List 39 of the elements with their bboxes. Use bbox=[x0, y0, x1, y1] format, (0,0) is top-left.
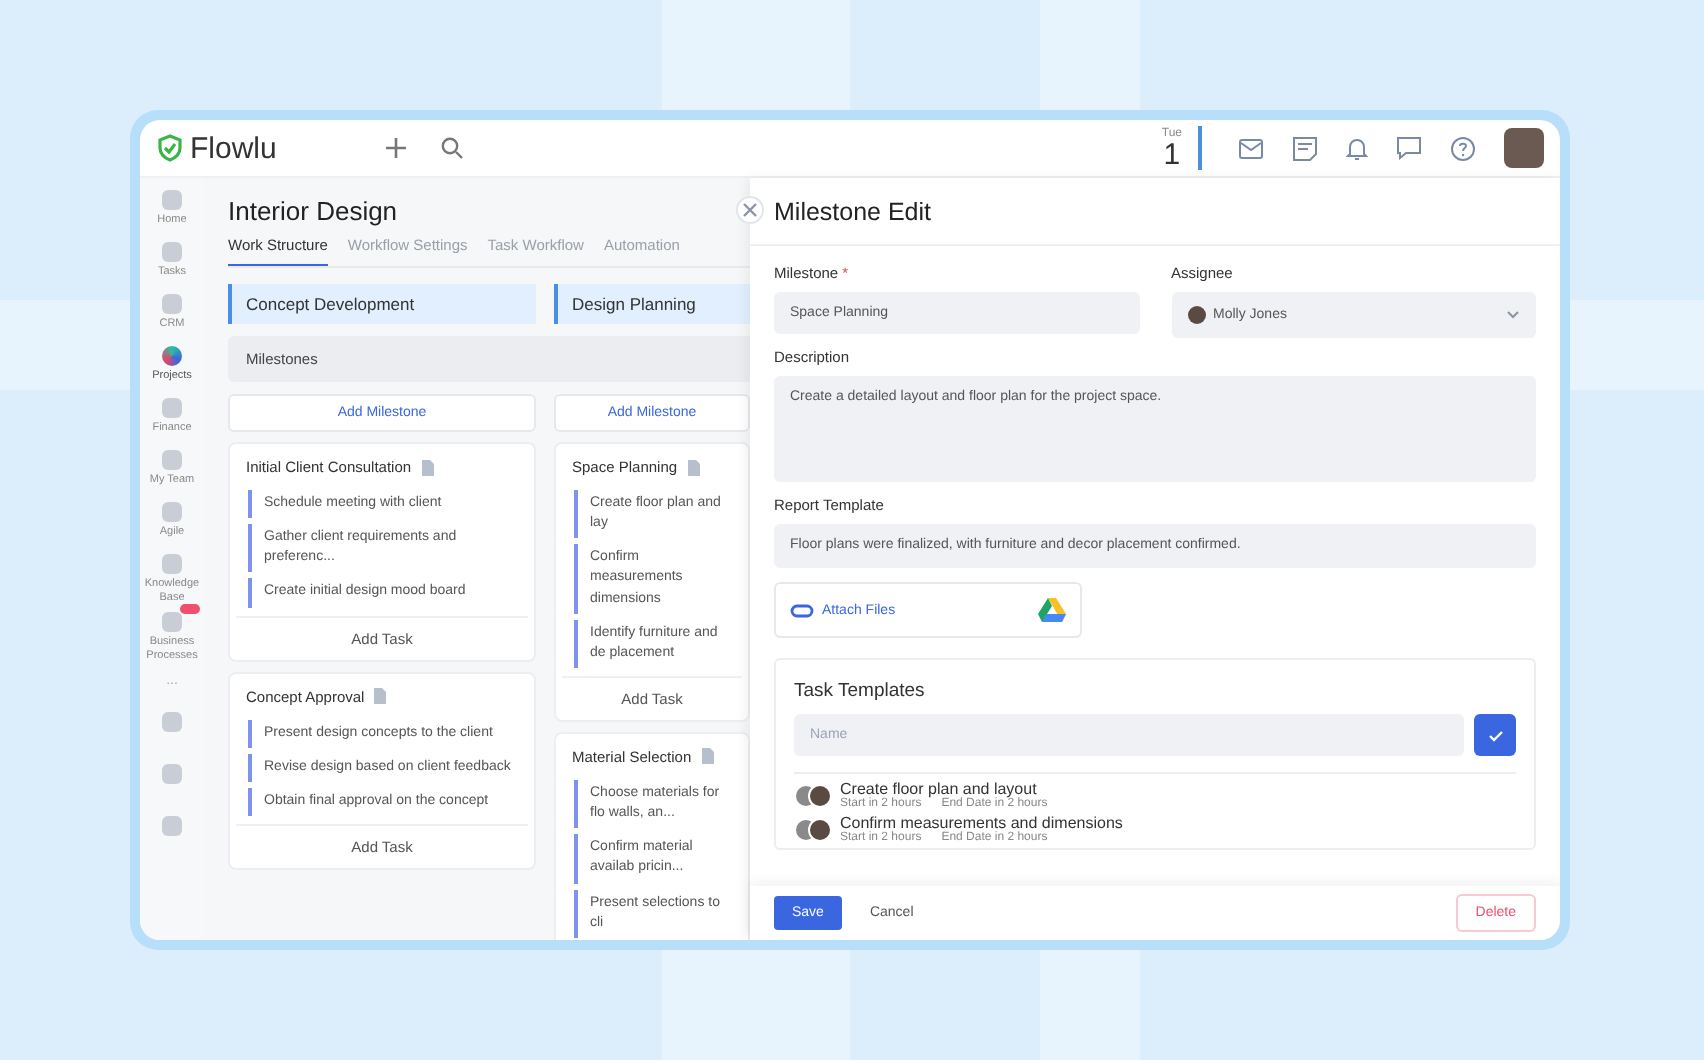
close-button[interactable] bbox=[736, 196, 764, 224]
app-name: Flowlu bbox=[190, 131, 277, 165]
paperclip-icon bbox=[790, 603, 814, 617]
project-title: Interior Design bbox=[228, 196, 400, 226]
close-icon bbox=[742, 202, 758, 218]
help-icon[interactable] bbox=[1450, 135, 1476, 161]
document-icon bbox=[701, 748, 714, 765]
app-icon bbox=[162, 294, 182, 314]
chevron-down-icon bbox=[1506, 310, 1520, 320]
user-avatar[interactable] bbox=[1504, 128, 1544, 168]
document-icon bbox=[421, 459, 434, 475]
document-icon bbox=[374, 688, 387, 705]
bell-icon[interactable] bbox=[1346, 135, 1368, 161]
section-title: Task Templates bbox=[794, 680, 927, 702]
stage-header: Design Planning bbox=[554, 284, 750, 324]
app-icon bbox=[162, 554, 182, 574]
note-icon[interactable] bbox=[1292, 135, 1318, 161]
day-number: 1 bbox=[1163, 139, 1181, 169]
template-name[interactable]: Create floor plan and layout bbox=[840, 780, 1048, 798]
check-icon bbox=[1487, 729, 1503, 741]
app-icon bbox=[162, 346, 182, 366]
avatar-pair-icon bbox=[794, 783, 834, 807]
chat-icon[interactable] bbox=[1396, 136, 1422, 160]
mail-icon[interactable] bbox=[1238, 137, 1264, 159]
drive-icon[interactable] bbox=[1038, 598, 1066, 622]
document-icon bbox=[687, 459, 700, 475]
app-icon bbox=[162, 502, 182, 522]
app-icon bbox=[162, 242, 182, 262]
template-name[interactable]: Confirm measurements and dimensions bbox=[840, 814, 1123, 832]
app-icon bbox=[162, 450, 182, 470]
avatar-pair-icon bbox=[794, 817, 834, 841]
avatar-icon bbox=[1187, 306, 1205, 324]
shield-check-icon bbox=[156, 134, 184, 162]
panel-title: Milestone Edit bbox=[750, 178, 1560, 246]
confirm-button[interactable] bbox=[1474, 714, 1516, 756]
app-icon bbox=[162, 190, 182, 210]
app-icon bbox=[162, 398, 182, 418]
app-icon bbox=[162, 612, 182, 633]
stage-header: Concept Development bbox=[228, 284, 536, 324]
